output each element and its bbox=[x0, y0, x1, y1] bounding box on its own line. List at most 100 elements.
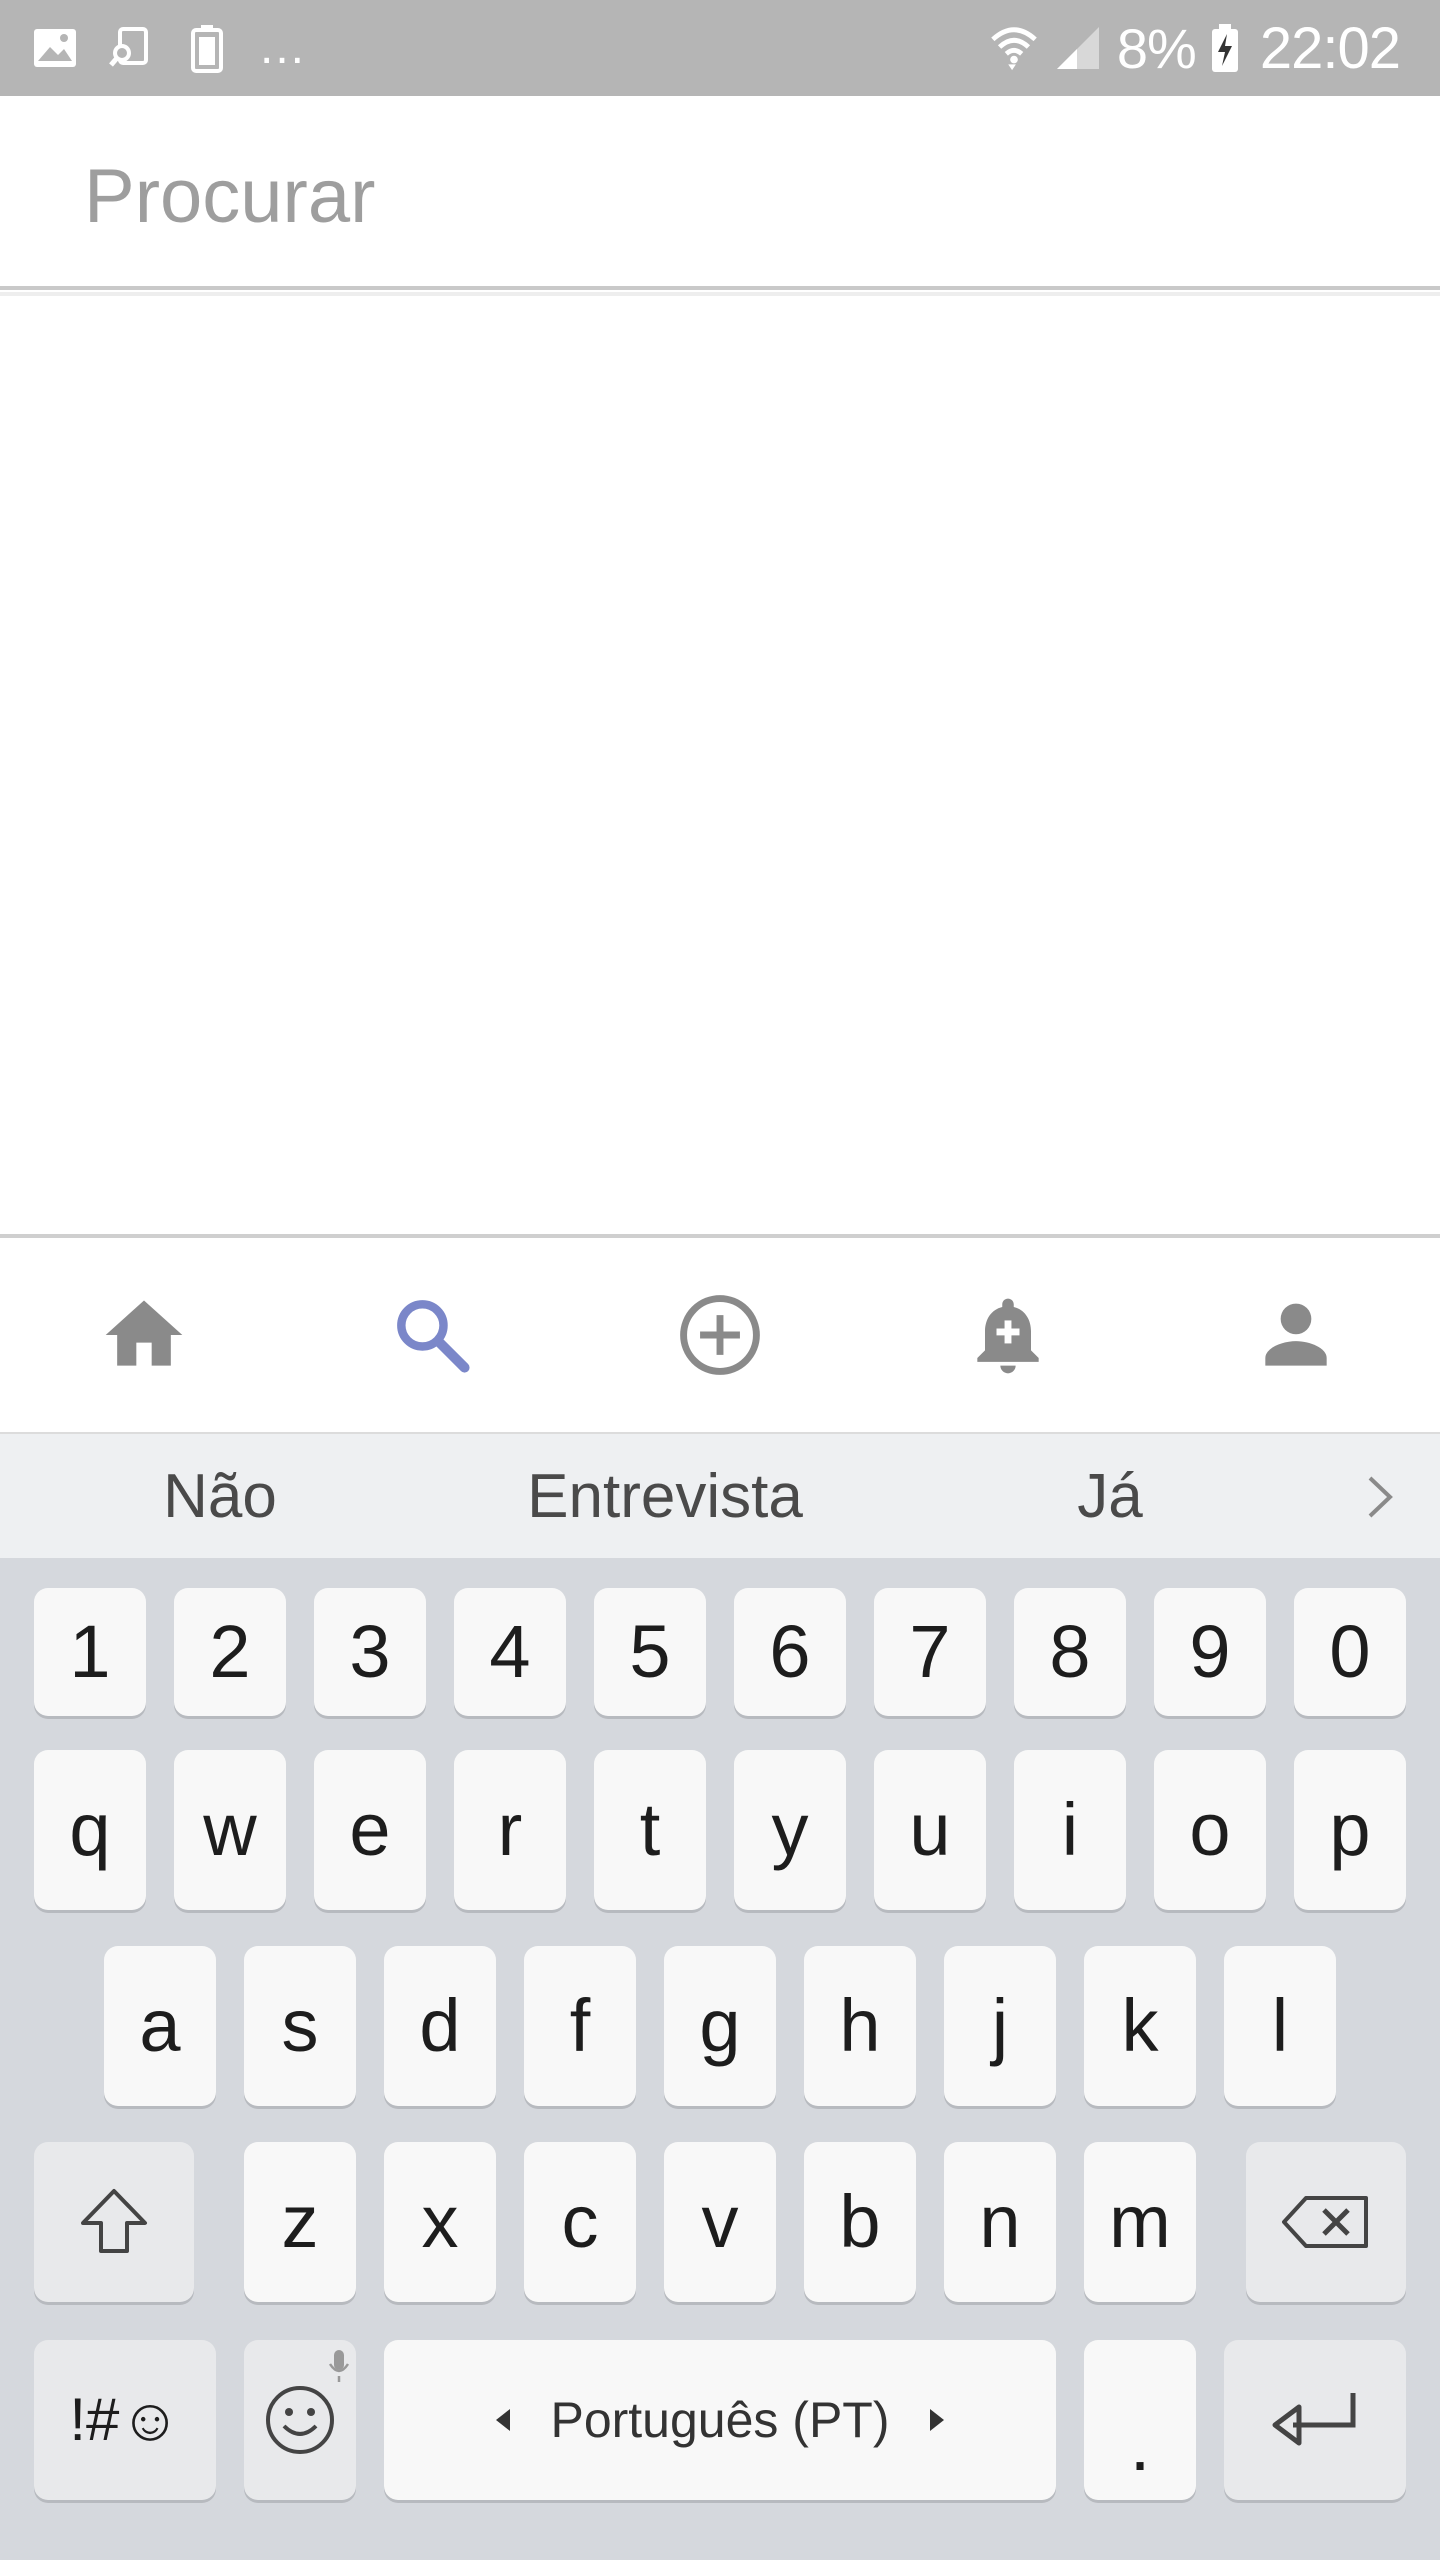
key-5[interactable]: 5 bbox=[594, 1588, 706, 1716]
key-2[interactable]: 2 bbox=[174, 1588, 286, 1716]
key-label: 1 bbox=[69, 1610, 111, 1693]
period-key[interactable]: . bbox=[1084, 2340, 1196, 2500]
nav-add[interactable] bbox=[576, 1238, 864, 1432]
key-label: 0 bbox=[1329, 1610, 1371, 1693]
key-f[interactable]: f bbox=[524, 1946, 636, 2106]
key-label: y bbox=[771, 1788, 809, 1871]
key-label: 5 bbox=[629, 1610, 671, 1693]
person-icon bbox=[1265, 1303, 1327, 1366]
key-label: a bbox=[139, 1984, 181, 2067]
key-label: n bbox=[979, 2180, 1021, 2263]
mic-icon bbox=[328, 2350, 350, 2382]
status-bar: ... 8% 22:02 bbox=[0, 0, 1440, 96]
image-notification-icon bbox=[30, 23, 80, 73]
key-label: t bbox=[639, 1788, 661, 1871]
key-label: s bbox=[281, 1984, 319, 2067]
emoji-key[interactable] bbox=[244, 2340, 356, 2500]
key-a[interactable]: a bbox=[104, 1946, 216, 2106]
key-l[interactable]: l bbox=[1224, 1946, 1336, 2106]
key-c[interactable]: c bbox=[524, 2142, 636, 2302]
search-header bbox=[0, 96, 1440, 290]
nav-notifications[interactable] bbox=[864, 1238, 1152, 1432]
key-t[interactable]: t bbox=[594, 1750, 706, 1910]
key-label: 3 bbox=[349, 1610, 391, 1693]
battery-notification-icon bbox=[182, 23, 232, 73]
key-label: 9 bbox=[1189, 1610, 1231, 1693]
key-4[interactable]: 4 bbox=[454, 1588, 566, 1716]
key-label: 6 bbox=[769, 1610, 811, 1693]
suggestion-bar: Não Entrevista Já bbox=[0, 1434, 1440, 1560]
key-9[interactable]: 9 bbox=[1154, 1588, 1266, 1716]
key-1[interactable]: 1 bbox=[34, 1588, 146, 1716]
bottom-nav bbox=[0, 1234, 1440, 1434]
key-n[interactable]: n bbox=[944, 2142, 1056, 2302]
key-k[interactable]: k bbox=[1084, 1946, 1196, 2106]
language-label: Português (PT) bbox=[550, 2392, 890, 2448]
key-y[interactable]: y bbox=[734, 1750, 846, 1910]
key-p[interactable]: p bbox=[1294, 1750, 1406, 1910]
key-w[interactable]: w bbox=[174, 1750, 286, 1910]
key-label: e bbox=[349, 1788, 391, 1871]
period-key-label: . bbox=[1129, 2403, 1151, 2486]
backspace-key[interactable] bbox=[1246, 2142, 1406, 2302]
more-notifications-indicator: ... bbox=[260, 21, 307, 74]
key-label: 2 bbox=[209, 1610, 251, 1693]
key-d[interactable]: d bbox=[384, 1946, 496, 2106]
key-r[interactable]: r bbox=[454, 1750, 566, 1910]
key-8[interactable]: 8 bbox=[1014, 1588, 1126, 1716]
suggestion-1[interactable]: Não bbox=[60, 1434, 380, 1560]
key-g[interactable]: g bbox=[664, 1946, 776, 2106]
key-label: g bbox=[699, 1984, 741, 2067]
key-label: c bbox=[561, 2180, 599, 2263]
key-label: f bbox=[569, 1984, 591, 2067]
shift-key[interactable] bbox=[34, 2142, 194, 2302]
key-q[interactable]: q bbox=[34, 1750, 146, 1910]
nav-search[interactable] bbox=[288, 1238, 576, 1432]
key-o[interactable]: o bbox=[1154, 1750, 1266, 1910]
suggestion-3[interactable]: Já bbox=[960, 1434, 1260, 1560]
suggestion-2[interactable]: Entrevista bbox=[440, 1434, 890, 1560]
key-label: x bbox=[421, 2180, 459, 2263]
battery-charging-icon bbox=[1210, 23, 1240, 73]
key-j[interactable]: j bbox=[944, 1946, 1056, 2106]
key-i[interactable]: i bbox=[1014, 1750, 1126, 1910]
key-label: 4 bbox=[489, 1610, 531, 1693]
key-label: h bbox=[839, 1984, 881, 2067]
backspace-icon bbox=[1282, 2196, 1368, 2248]
key-z[interactable]: z bbox=[244, 2142, 356, 2302]
key-6[interactable]: 6 bbox=[734, 1588, 846, 1716]
key-3[interactable]: 3 bbox=[314, 1588, 426, 1716]
key-label: k bbox=[1121, 1984, 1159, 2067]
enter-key[interactable] bbox=[1224, 2340, 1406, 2500]
key-e[interactable]: e bbox=[314, 1750, 426, 1910]
symbols-key[interactable]: !#☺ bbox=[34, 2340, 216, 2500]
soft-keyboard: Não Entrevista Já 1 2 3 4 5 6 7 8 9 0 q … bbox=[0, 1434, 1440, 2560]
key-label: q bbox=[69, 1788, 111, 1871]
key-x[interactable]: x bbox=[384, 2142, 496, 2302]
key-label: 8 bbox=[1049, 1610, 1091, 1693]
key-s[interactable]: s bbox=[244, 1946, 356, 2106]
shift-arrow-icon bbox=[81, 2189, 147, 2253]
key-label: r bbox=[497, 1788, 523, 1871]
language-prev-icon bbox=[496, 2409, 511, 2431]
key-m[interactable]: m bbox=[1084, 2142, 1196, 2302]
key-h[interactable]: h bbox=[804, 1946, 916, 2106]
space-key[interactable]: Português (PT) bbox=[384, 2340, 1056, 2500]
more-suggestions-chevron-icon[interactable] bbox=[1354, 1472, 1404, 1522]
search-icon bbox=[397, 1300, 470, 1373]
key-0[interactable]: 0 bbox=[1294, 1588, 1406, 1716]
key-u[interactable]: u bbox=[874, 1750, 986, 1910]
key-label: i bbox=[1061, 1788, 1079, 1871]
language-next-icon bbox=[929, 2409, 944, 2431]
key-label: 7 bbox=[909, 1610, 951, 1693]
smiley-icon bbox=[266, 2386, 334, 2454]
key-7[interactable]: 7 bbox=[874, 1588, 986, 1716]
key-label: v bbox=[701, 2180, 739, 2263]
key-label: m bbox=[1109, 2180, 1171, 2263]
nav-home[interactable] bbox=[0, 1238, 288, 1432]
nav-profile[interactable] bbox=[1152, 1238, 1440, 1432]
search-input[interactable] bbox=[84, 146, 1384, 246]
key-b[interactable]: b bbox=[804, 2142, 916, 2302]
key-v[interactable]: v bbox=[664, 2142, 776, 2302]
symbols-key-label: !#☺ bbox=[69, 2386, 181, 2453]
